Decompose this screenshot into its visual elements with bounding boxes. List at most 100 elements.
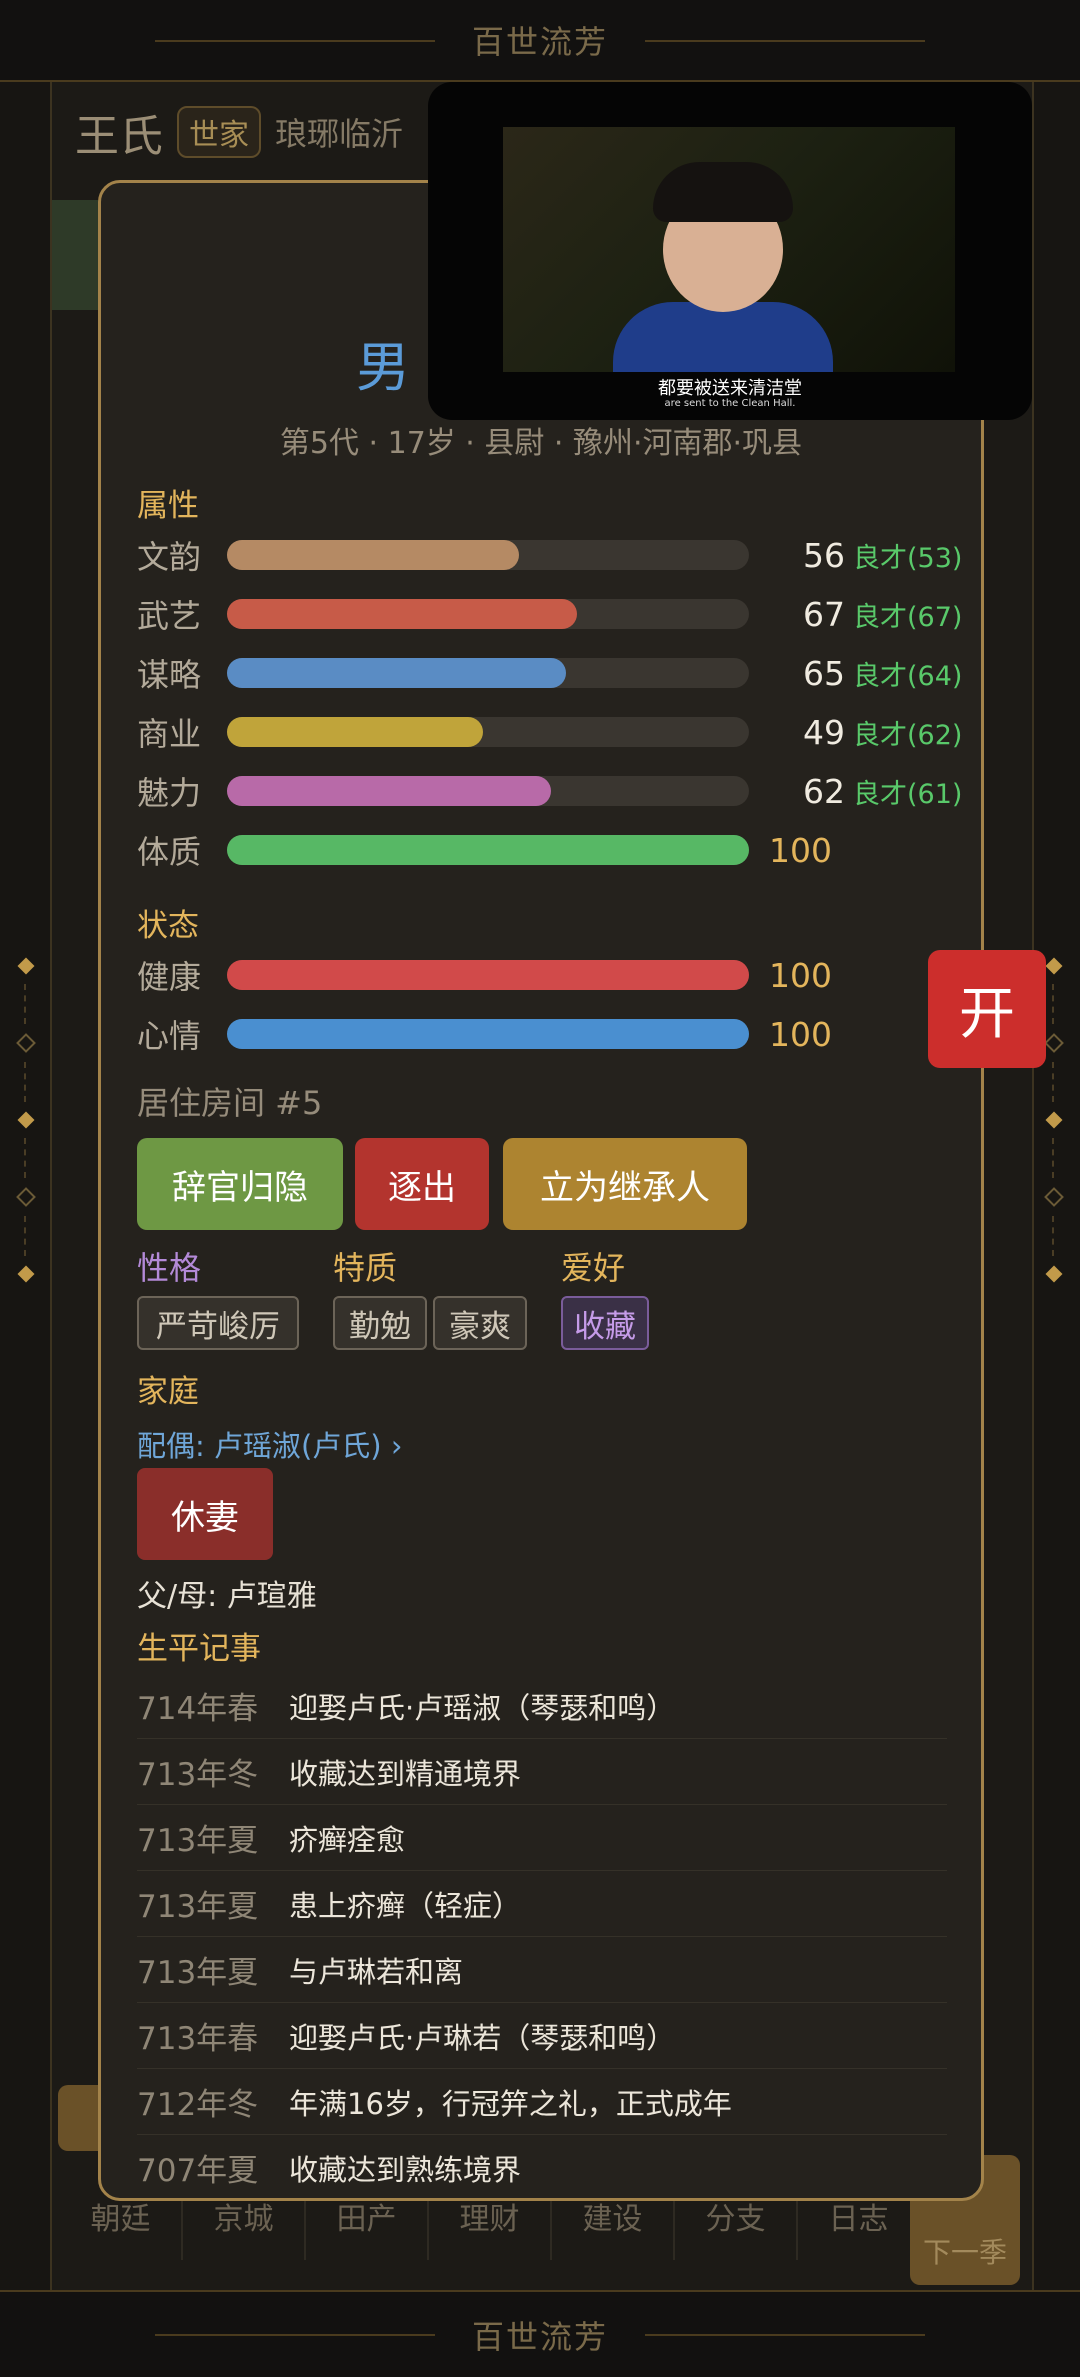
status-value: 100: [769, 1014, 832, 1054]
event-text: 迎娶卢氏·卢琳若（琴瑟和鸣）: [289, 2020, 676, 2055]
residence-label: 居住房间 #5: [137, 1084, 323, 1122]
talent-label: 良才(67): [853, 601, 963, 633]
event-text: 收藏达到熟练境界: [289, 2152, 522, 2187]
event-text: 疥癣痊愈: [289, 1822, 406, 1857]
section-attributes: 属性: [137, 488, 199, 524]
attribute-bar-track: [227, 717, 749, 747]
talent-label: 良才(61): [853, 778, 963, 810]
person-detail-modal: 男 第5代 · 17岁 · 县尉 · 豫州·河南郡·巩县 属性 文韵 56 良才(5…: [98, 180, 984, 2201]
family-name: 王氏: [75, 111, 163, 162]
attribute-label: 文韵: [137, 538, 202, 576]
event-text: 收藏达到精通境界: [289, 1756, 522, 1791]
event-date: 713年春: [137, 2021, 259, 2057]
attribute-label: 魅力: [137, 774, 202, 812]
event-date: 714年春: [137, 1691, 259, 1727]
list-item: 713年春 迎娶卢氏·卢琳若（琴瑟和鸣）: [137, 2003, 947, 2069]
event-date: 713年冬: [137, 1757, 259, 1793]
attribute-value: 62: [803, 771, 845, 811]
diamond-icon: [1045, 1265, 1063, 1283]
banner-line-left: [155, 40, 435, 42]
status-bar-fill: [227, 1019, 749, 1049]
diamond-icon: [1045, 957, 1063, 975]
status-row: 心情 100: [137, 1014, 967, 1056]
section-events: 生平记事: [137, 1631, 261, 1667]
quality-tag[interactable]: 豪爽: [433, 1296, 527, 1350]
top-banner: 百世流芳: [0, 0, 1080, 82]
video-subtitle: 都要被送来清洁堂: [658, 378, 802, 399]
attribute-value: 65: [803, 653, 845, 693]
personality-heading: 性格: [137, 1249, 202, 1287]
event-date: 713年夏: [137, 1823, 259, 1859]
attribute-label: 谋略: [137, 656, 202, 694]
talent-label: 良才(62): [853, 719, 963, 751]
attribute-value: 100: [769, 830, 832, 870]
status-label: 健康: [137, 958, 202, 996]
attribute-bar-track: [227, 835, 749, 865]
make-heir-button[interactable]: 立为继承人: [503, 1138, 747, 1230]
attribute-row: 体质 100: [137, 830, 967, 872]
attribute-bar-track: [227, 776, 749, 806]
divider: [24, 1062, 28, 1102]
bottom-banner: 百世流芳: [0, 2290, 1080, 2377]
resign-button[interactable]: 辞官归隐: [137, 1138, 343, 1230]
diamond-icon: [1045, 1111, 1063, 1129]
attribute-bar-fill: [227, 658, 567, 688]
family-badge: 世家: [177, 106, 261, 158]
video-subtitle-english: are sent to the Clean Hall.: [664, 398, 796, 409]
event-list: 714年春 迎娶卢氏·卢瑶淑（琴瑟和鸣） 713年冬 收藏达到精通境界 713年夏疥…: [137, 1673, 947, 2198]
divorce-button[interactable]: 休妻: [137, 1468, 273, 1560]
attribute-label: 武艺: [137, 597, 202, 635]
family-header: 王氏 世家 琅琊临沂: [75, 100, 403, 164]
quality-tag[interactable]: 勤勉: [333, 1296, 427, 1350]
attribute-bar-track: [227, 658, 749, 688]
attribute-bar-fill: [227, 540, 520, 570]
parents-label: 父/母: 卢瑄雅: [137, 1579, 317, 1614]
talent-label: 良才(64): [853, 660, 963, 692]
event-date: 707年夏: [137, 2153, 259, 2189]
hobby-tag[interactable]: 收藏: [561, 1296, 649, 1350]
event-text: 与卢琳若和离: [289, 1954, 464, 1989]
list-item: 707年夏 收藏达到熟练境界: [137, 2135, 947, 2198]
divider: [1052, 1062, 1056, 1102]
diamond-outline-icon: [16, 1187, 36, 1207]
divider: [1052, 1138, 1056, 1178]
attribute-bar-fill: [227, 717, 483, 747]
event-text: 年满16岁，行冠笄之礼，正式成年: [289, 2086, 732, 2121]
banner-title: 百世流芳: [471, 2317, 608, 2356]
status-row: 健康 100: [137, 955, 967, 997]
banner-line-right: [645, 2334, 925, 2336]
status-bar-track: [227, 960, 749, 990]
list-item: 713年夏 疥癣痊愈: [137, 1805, 947, 1871]
banner-line-right: [645, 40, 925, 42]
event-text: 患上疥癣（轻症）: [289, 1888, 522, 1923]
open-button[interactable]: 开: [928, 950, 1046, 1068]
spouse-link[interactable]: 配偶: 卢瑶淑(卢氏) ›: [137, 1423, 402, 1465]
diamond-icon: [17, 1265, 35, 1283]
status-value: 100: [769, 955, 832, 995]
divider: [1052, 984, 1056, 1024]
attribute-label: 体质: [137, 833, 202, 871]
attribute-row: 谋略 65 良才(64): [137, 653, 967, 695]
divider: [1052, 1216, 1056, 1256]
list-item: 713年夏 与卢琳若和离: [137, 1937, 947, 2003]
right-decoration: [1044, 957, 1064, 1283]
talent-label: 良才(53): [853, 542, 963, 574]
attribute-value: 56: [803, 535, 845, 575]
hobby-heading: 爱好: [561, 1249, 626, 1287]
list-item: 713年夏 患上疥癣（轻症）: [137, 1871, 947, 1937]
status-bar-track: [227, 1019, 749, 1049]
attribute-value: 67: [803, 594, 845, 634]
list-item: 714年春 迎娶卢氏·卢瑶淑（琴瑟和鸣）: [137, 1673, 947, 1739]
video-popup[interactable]: 都要被送来清洁堂 are sent to the Clean Hall.: [428, 82, 1032, 420]
status-label: 心情: [137, 1017, 202, 1055]
list-item: 712年冬 年满16岁，行冠笄之礼，正式成年: [137, 2069, 947, 2135]
attribute-value: 49: [803, 712, 845, 752]
attribute-row: 魅力 62 良才(61): [137, 771, 967, 813]
attribute-bar-track: [227, 599, 749, 629]
personality-tag[interactable]: 严苛峻厉: [137, 1296, 299, 1350]
attribute-row: 武艺 67 良才(67): [137, 594, 967, 636]
expel-button[interactable]: 逐出: [355, 1138, 489, 1230]
video-frame: [503, 127, 955, 372]
divider: [24, 1216, 28, 1256]
video-figure-hair: [653, 162, 793, 222]
